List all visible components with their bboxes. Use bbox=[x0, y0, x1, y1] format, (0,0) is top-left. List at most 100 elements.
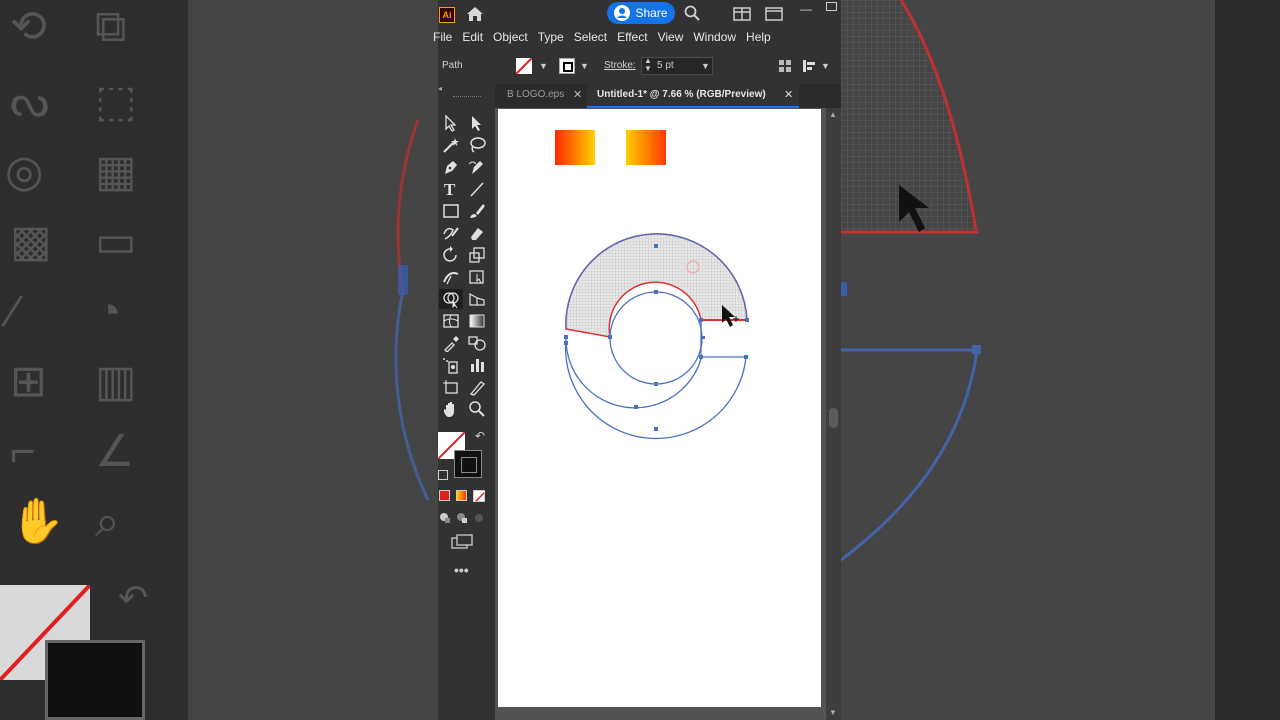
menu-help[interactable]: Help bbox=[741, 30, 776, 44]
fill-none-swatch[interactable] bbox=[516, 58, 532, 74]
gradient-mode-button[interactable] bbox=[456, 490, 467, 501]
menu-view[interactable]: View bbox=[653, 30, 689, 44]
tab-label: Untitled-1* @ 7.66 % (RGB/Preview) bbox=[597, 89, 766, 100]
artboard-tool-icon[interactable] bbox=[441, 378, 461, 396]
tools-panel: ◂ T ↶ ••• bbox=[438, 84, 495, 720]
color-mode-button[interactable] bbox=[439, 490, 450, 501]
stroke-stepper-icon[interactable]: ▲ ▼ bbox=[644, 57, 652, 73]
fill-dropdown-icon[interactable]: ▼ bbox=[539, 61, 548, 71]
slice-tool-icon[interactable] bbox=[467, 378, 487, 396]
menu-edit[interactable]: Edit bbox=[457, 30, 488, 44]
shaper-tool-icon[interactable] bbox=[441, 224, 461, 242]
tab-label: B LOGO.eps bbox=[507, 89, 565, 100]
artboard[interactable] bbox=[498, 109, 821, 707]
lasso-tool-icon[interactable] bbox=[467, 136, 487, 154]
direct-selection-tool-icon[interactable] bbox=[467, 114, 487, 132]
stroke-swatch-large[interactable] bbox=[454, 450, 482, 478]
stroke-color-swatch[interactable] bbox=[559, 58, 575, 74]
shape-builder-tool-icon[interactable] bbox=[441, 290, 461, 308]
ghost-hand-icon: ✋ bbox=[10, 497, 65, 546]
stroke-swatch-inner bbox=[461, 457, 477, 473]
ghost-artboard-icon: ⌐ bbox=[10, 427, 36, 476]
transform-options-icon[interactable] bbox=[801, 58, 817, 74]
toolbar-grip[interactable] bbox=[453, 96, 481, 99]
stroke-weight-value: 5 pt bbox=[657, 60, 674, 71]
width-tool-icon[interactable] bbox=[441, 268, 461, 286]
home-icon[interactable] bbox=[465, 4, 485, 24]
scale-tool-icon[interactable] bbox=[467, 246, 487, 264]
paintbrush-tool-icon[interactable] bbox=[467, 202, 487, 220]
perspective-grid-tool-icon[interactable] bbox=[467, 290, 487, 308]
ghost-eyedropper-icon: ⁄ bbox=[10, 287, 18, 336]
mesh-tool-icon[interactable] bbox=[441, 312, 461, 330]
stroke-label[interactable]: Stroke: bbox=[604, 60, 636, 71]
hand-tool-icon[interactable] bbox=[441, 400, 461, 418]
align-options-icon[interactable] bbox=[778, 59, 792, 73]
background-left-panel: ⟲ ⧉ ᔓ ⬚ ◎ ▦ ▩ ▭ ⁄ ◔ ⊞ ▥ ⌐ ∠ ✋ ⌕ ↶ bbox=[0, 0, 188, 720]
none-mode-button[interactable] bbox=[473, 490, 485, 502]
toolbar-collapse-icon[interactable]: ◂ bbox=[438, 84, 442, 93]
arrange-documents-icon[interactable] bbox=[733, 7, 751, 21]
stroke-weight-dropdown-icon[interactable]: ▼ bbox=[701, 61, 710, 71]
draw-normal-icon[interactable] bbox=[439, 512, 451, 524]
control-bar: Path ▼ ▼ Stroke: 5 pt ▲ ▼ ▼ ▼ bbox=[438, 52, 841, 80]
menu-bar: File Edit Object Type Select Effect View… bbox=[433, 27, 841, 47]
gradient-swatch-red-yellow[interactable] bbox=[555, 130, 595, 165]
tab-untitled-1[interactable]: Untitled-1* @ 7.66 % (RGB/Preview) bbox=[587, 84, 799, 108]
selected-top-shape[interactable] bbox=[565, 233, 748, 338]
draw-behind-icon[interactable] bbox=[456, 512, 468, 524]
scroll-up-icon[interactable]: ▲ bbox=[829, 110, 837, 119]
column-graph-tool-icon[interactable] bbox=[467, 356, 487, 374]
line-segment-tool-icon[interactable] bbox=[467, 180, 487, 198]
user-icon bbox=[614, 5, 631, 21]
pen-tool-icon[interactable] bbox=[441, 158, 461, 176]
control-more-icon[interactable]: ▼ bbox=[821, 61, 830, 71]
curvature-tool-icon[interactable] bbox=[467, 158, 487, 176]
stroke-color-dropdown-icon[interactable]: ▼ bbox=[580, 61, 589, 71]
minimize-icon[interactable]: — bbox=[800, 2, 812, 16]
share-button[interactable]: Share bbox=[607, 2, 675, 24]
edit-toolbar-icon[interactable]: ••• bbox=[454, 562, 469, 578]
menu-file[interactable]: File bbox=[433, 30, 457, 44]
type-tool-icon[interactable]: T bbox=[441, 180, 461, 198]
eraser-tool-icon[interactable] bbox=[467, 224, 487, 242]
rotate-tool-icon[interactable] bbox=[441, 246, 461, 264]
screen-mode-icon[interactable] bbox=[451, 534, 473, 550]
vertical-scrollbar[interactable]: ▲ ▼ bbox=[826, 108, 841, 720]
menu-window[interactable]: Window bbox=[688, 30, 741, 44]
gradient-tool-icon[interactable] bbox=[467, 312, 487, 330]
rectangle-tool-icon[interactable] bbox=[441, 202, 461, 220]
menu-object[interactable]: Object bbox=[488, 30, 533, 44]
scrollbar-thumb[interactable] bbox=[829, 408, 838, 428]
swap-fill-stroke-icon[interactable]: ↶ bbox=[475, 429, 485, 443]
illustrator-window: Ai Share — File Edit Object Type Select … bbox=[433, 0, 841, 720]
ghost-graph-icon: ▥ bbox=[95, 357, 137, 406]
gradient-swatch-yellow-red[interactable] bbox=[626, 130, 666, 165]
ghost-zoom-icon: ⌕ bbox=[95, 497, 120, 546]
panel-layout-icon[interactable] bbox=[765, 7, 783, 21]
tab-untitled-1-close-icon[interactable]: ✕ bbox=[784, 84, 793, 106]
tab-b-logo-close-icon[interactable]: ✕ bbox=[573, 84, 582, 106]
ghost-rotate-icon: ⟲ bbox=[10, 2, 47, 51]
zoom-tool-icon[interactable] bbox=[467, 400, 487, 418]
ghost-scale-icon: ⧉ bbox=[95, 2, 127, 51]
menu-type[interactable]: Type bbox=[533, 30, 569, 44]
search-icon[interactable] bbox=[684, 5, 700, 21]
blend-tool-icon[interactable] bbox=[467, 334, 487, 352]
menu-effect[interactable]: Effect bbox=[612, 30, 652, 44]
draw-inside-icon[interactable] bbox=[473, 512, 485, 524]
magic-wand-tool-icon[interactable] bbox=[441, 136, 461, 154]
symbol-sprayer-tool-icon[interactable] bbox=[441, 356, 461, 374]
eyedropper-tool-icon[interactable] bbox=[441, 334, 461, 352]
ghost-shape-builder-icon: ◎ bbox=[5, 147, 44, 196]
selection-tool-icon[interactable] bbox=[441, 114, 461, 132]
ghost-puppet-warp-icon: ᔓ bbox=[10, 77, 50, 126]
svg-text:T: T bbox=[444, 180, 456, 198]
free-transform-tool-icon[interactable] bbox=[467, 268, 487, 286]
scroll-down-icon[interactable]: ▼ bbox=[829, 708, 837, 717]
maximize-icon[interactable] bbox=[826, 2, 837, 11]
canvas-area[interactable]: ▲ ▼ bbox=[495, 108, 841, 720]
menu-select[interactable]: Select bbox=[569, 30, 612, 44]
default-colors-icon[interactable] bbox=[438, 470, 448, 480]
background-right-edge bbox=[1215, 0, 1280, 720]
